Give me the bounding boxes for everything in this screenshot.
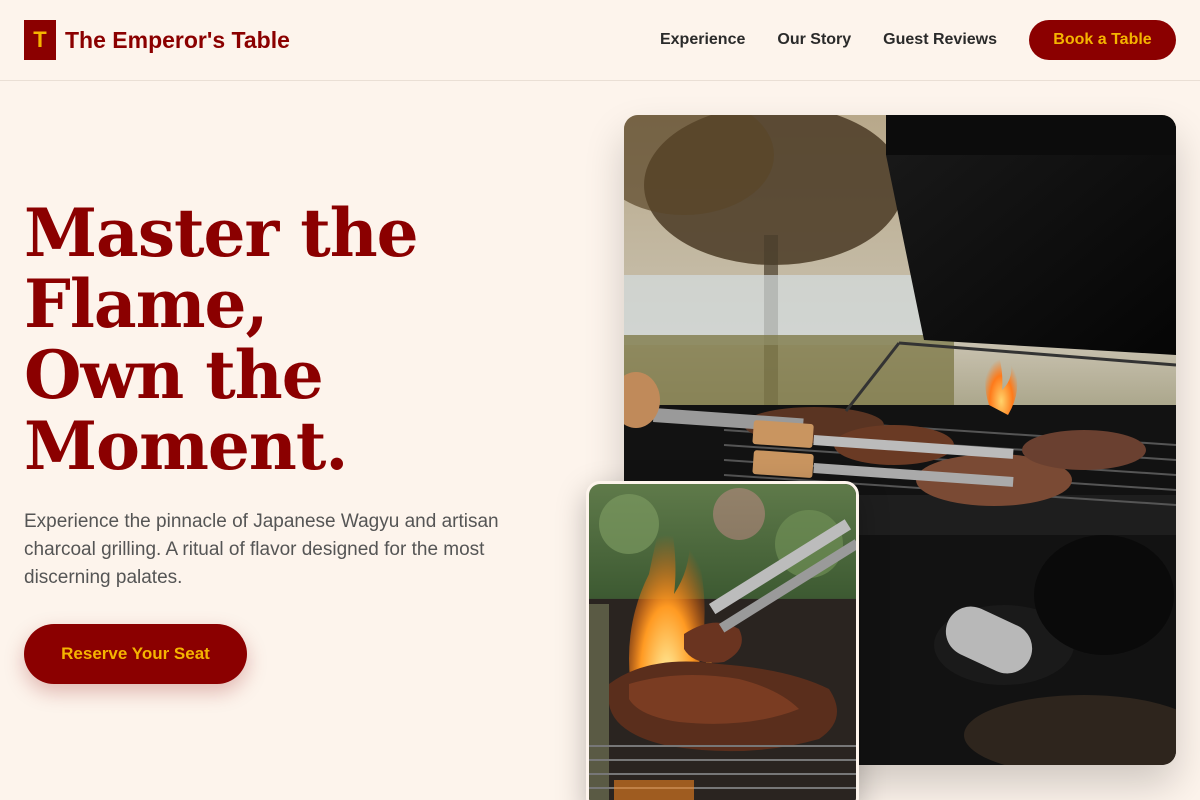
hero-title-line: Master the (24, 194, 419, 272)
reserve-seat-button[interactable]: Reserve Your Seat (24, 624, 247, 684)
site-header: T The Emperor's Table Experience Our Sto… (0, 0, 1200, 81)
hero-title-line: Moment. (24, 407, 348, 485)
brand-name: The Emperor's Table (65, 26, 290, 53)
book-table-button[interactable]: Book a Table (1029, 20, 1176, 60)
hero-description: Experience the pinnacle of Japanese Wagy… (24, 511, 499, 588)
flaming-steak-photo (586, 481, 859, 800)
brand[interactable]: T The Emperor's Table (24, 20, 290, 60)
nav-link-experience[interactable]: Experience (660, 31, 745, 49)
hero-title-line: Own the (24, 336, 324, 414)
main-nav: Experience Our Story Guest Reviews Book … (660, 20, 1176, 60)
logo-icon: T (24, 20, 56, 60)
hero-title-line: Flame, (24, 265, 269, 343)
nav-link-our-story[interactable]: Our Story (777, 31, 851, 49)
hero-title: Master the Flame, Own the Moment. (24, 198, 564, 482)
nav-link-guest-reviews[interactable]: Guest Reviews (883, 31, 997, 49)
